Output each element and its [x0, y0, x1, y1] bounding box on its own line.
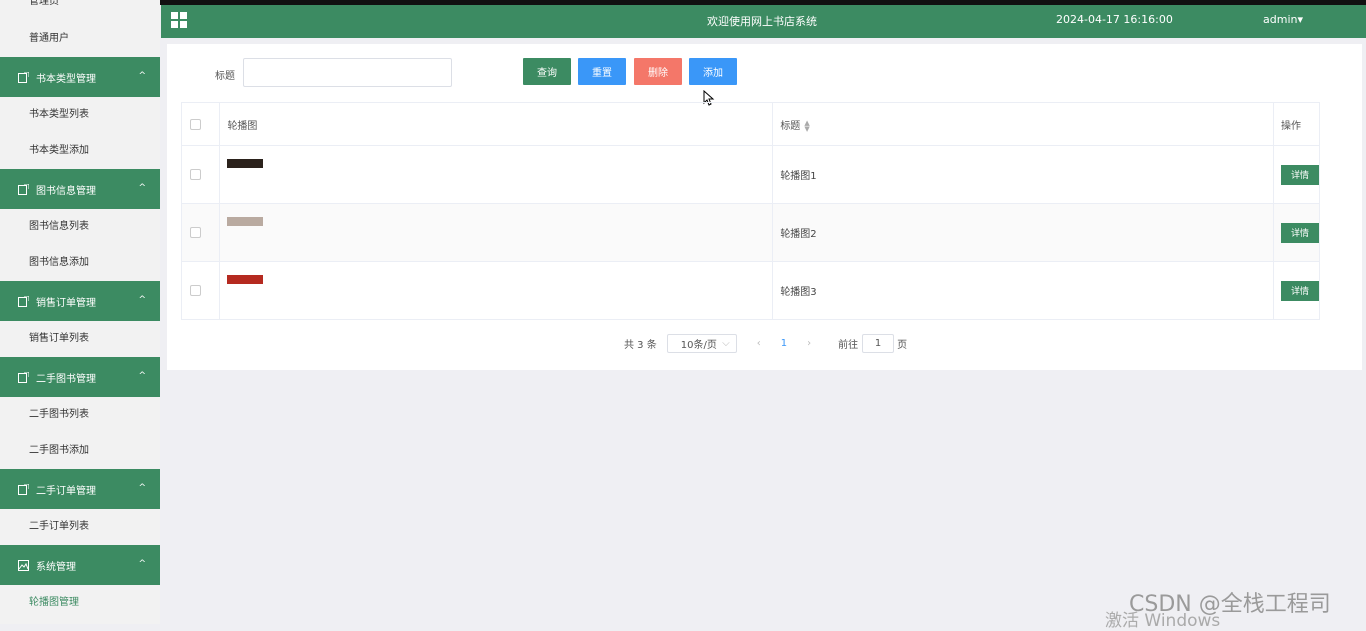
column-header-op: 操作 [1272, 102, 1321, 146]
sidebar-item-sales-order-list[interactable]: 销售订单列表 [0, 321, 160, 357]
sort-icon[interactable]: ▲ ▼ [804, 119, 809, 132]
carousel-table: 轮播图 标题 ▲ ▼ 操作 轮播图1 详情 轮播图2 详情 轮播图3 详情 [180, 102, 1321, 320]
datetime-display: 2024-04-17 16:16:00 [1056, 13, 1173, 26]
page-size-value: 10条/页 [680, 339, 717, 351]
row-checkbox[interactable] [190, 169, 201, 180]
row-title: 轮播图1 [772, 145, 1274, 204]
edit-icon [18, 71, 30, 83]
sidebar-group-used-book[interactable]: 二手图书管理 ^ [0, 357, 160, 397]
next-page-icon[interactable]: › [807, 338, 811, 349]
edit-icon [18, 183, 30, 195]
sidebar-group-sales-order[interactable]: 销售订单管理 ^ [0, 281, 160, 321]
sidebar-item-used-book-add[interactable]: 二手图书添加 [0, 433, 160, 469]
sidebar-item-book-info-list[interactable]: 图书信息列表 [0, 209, 160, 245]
sidebar-item-book-info-add[interactable]: 图书信息添加 [0, 245, 160, 281]
sidebar-group-label: 图书信息管理 [36, 185, 96, 197]
table-header-row: 轮播图 标题 ▲ ▼ 操作 [180, 102, 1321, 146]
query-button[interactable]: 查询 [523, 58, 571, 85]
edit-icon [18, 483, 30, 495]
page-size-select[interactable]: 10条/页 ⌵ [666, 333, 737, 353]
pagination: 共 3 条 10条/页 ⌵ ‹ 1 › 前往 1 页 [624, 333, 907, 353]
pagination-total: 共 3 条 [624, 339, 657, 351]
sidebar-group-label: 二手订单管理 [36, 485, 96, 497]
chevron-up-icon: ^ [138, 295, 146, 305]
edit-icon [18, 295, 30, 307]
title-search-input[interactable] [243, 58, 452, 87]
carousel-thumbnail [227, 275, 264, 284]
column-header-title-label: 标题 [780, 120, 801, 132]
user-menu[interactable]: admin▾ [1263, 13, 1303, 26]
row-checkbox[interactable] [190, 227, 201, 238]
sidebar-group-label: 销售订单管理 [36, 297, 96, 309]
column-header-title[interactable]: 标题 ▲ ▼ [772, 102, 1274, 146]
sidebar-group-label: 系统管理 [36, 561, 76, 573]
edit-icon [18, 371, 30, 383]
sidebar: 管理员 普通用户 书本类型管理 ^ 书本类型列表 书本类型添加 图书信息管理 ^… [0, 0, 160, 624]
carousel-thumbnail [227, 159, 264, 168]
sidebar-group-system[interactable]: 系统管理 ^ [0, 545, 160, 585]
column-header-image: 轮播图 [219, 102, 774, 146]
add-button[interactable]: 添加 [689, 58, 737, 85]
sidebar-item-admin[interactable]: 管理员 [0, 0, 160, 21]
search-label: 标题 [215, 71, 235, 82]
sidebar-group-label: 书本类型管理 [36, 73, 96, 85]
chevron-up-icon: ^ [138, 371, 146, 381]
page-suffix: 页 [897, 339, 908, 351]
chevron-up-icon: ^ [138, 559, 146, 569]
sidebar-item-book-type-add[interactable]: 书本类型添加 [0, 133, 160, 169]
goto-page-input[interactable]: 1 [862, 333, 895, 353]
chevron-down-icon: ▾ [1297, 13, 1303, 26]
detail-button[interactable]: 详情 [1280, 164, 1319, 185]
goto-label: 前往 [838, 339, 859, 351]
sidebar-group-label: 二手图书管理 [36, 373, 96, 385]
table-row: 轮播图2 详情 [180, 203, 1321, 262]
user-name: admin [1263, 13, 1298, 26]
csdn-watermark: CSDN @全栈工程司 [1129, 592, 1331, 617]
page-number-current[interactable]: 1 [781, 338, 787, 349]
select-all-checkbox[interactable] [190, 118, 201, 130]
sidebar-group-book-info[interactable]: 图书信息管理 ^ [0, 169, 160, 209]
image-icon [18, 559, 29, 571]
main-content: 标题 查询 重置 删除 添加 轮播图 标题 ▲ ▼ 操作 轮播图1 详情 轮播图2 … [167, 44, 1362, 370]
sidebar-item-book-type-list[interactable]: 书本类型列表 [0, 97, 160, 133]
detail-button[interactable]: 详情 [1280, 280, 1319, 301]
sidebar-item-used-book-list[interactable]: 二手图书列表 [0, 397, 160, 433]
page-title: 欢迎使用网上书店系统 [707, 15, 817, 28]
table-row: 轮播图1 详情 [180, 145, 1321, 204]
prev-page-icon[interactable]: ‹ [757, 338, 761, 349]
sidebar-item-users[interactable]: 普通用户 [0, 21, 160, 57]
chevron-up-icon: ^ [138, 483, 146, 493]
sidebar-item-carousel[interactable]: 轮播图管理 [0, 585, 160, 621]
reset-button[interactable]: 重置 [578, 58, 626, 85]
sidebar-group-book-type[interactable]: 书本类型管理 ^ [0, 57, 160, 97]
detail-button[interactable]: 详情 [1280, 222, 1319, 243]
sidebar-group-used-order[interactable]: 二手订单管理 ^ [0, 469, 160, 509]
chevron-down-icon: ⌵ [722, 337, 730, 349]
row-checkbox[interactable] [190, 285, 201, 296]
carousel-thumbnail [227, 217, 264, 226]
grid-menu-icon[interactable] [171, 12, 187, 28]
row-title: 轮播图3 [772, 261, 1274, 320]
table-row: 轮播图3 详情 [180, 261, 1321, 320]
row-title: 轮播图2 [772, 203, 1274, 262]
delete-button[interactable]: 删除 [634, 58, 682, 85]
top-header: 欢迎使用网上书店系统 2024-04-17 16:16:00 admin▾ [161, 5, 1366, 38]
sidebar-item-used-order-list[interactable]: 二手订单列表 [0, 509, 160, 545]
chevron-up-icon: ^ [138, 183, 146, 193]
chevron-up-icon: ^ [138, 71, 146, 81]
